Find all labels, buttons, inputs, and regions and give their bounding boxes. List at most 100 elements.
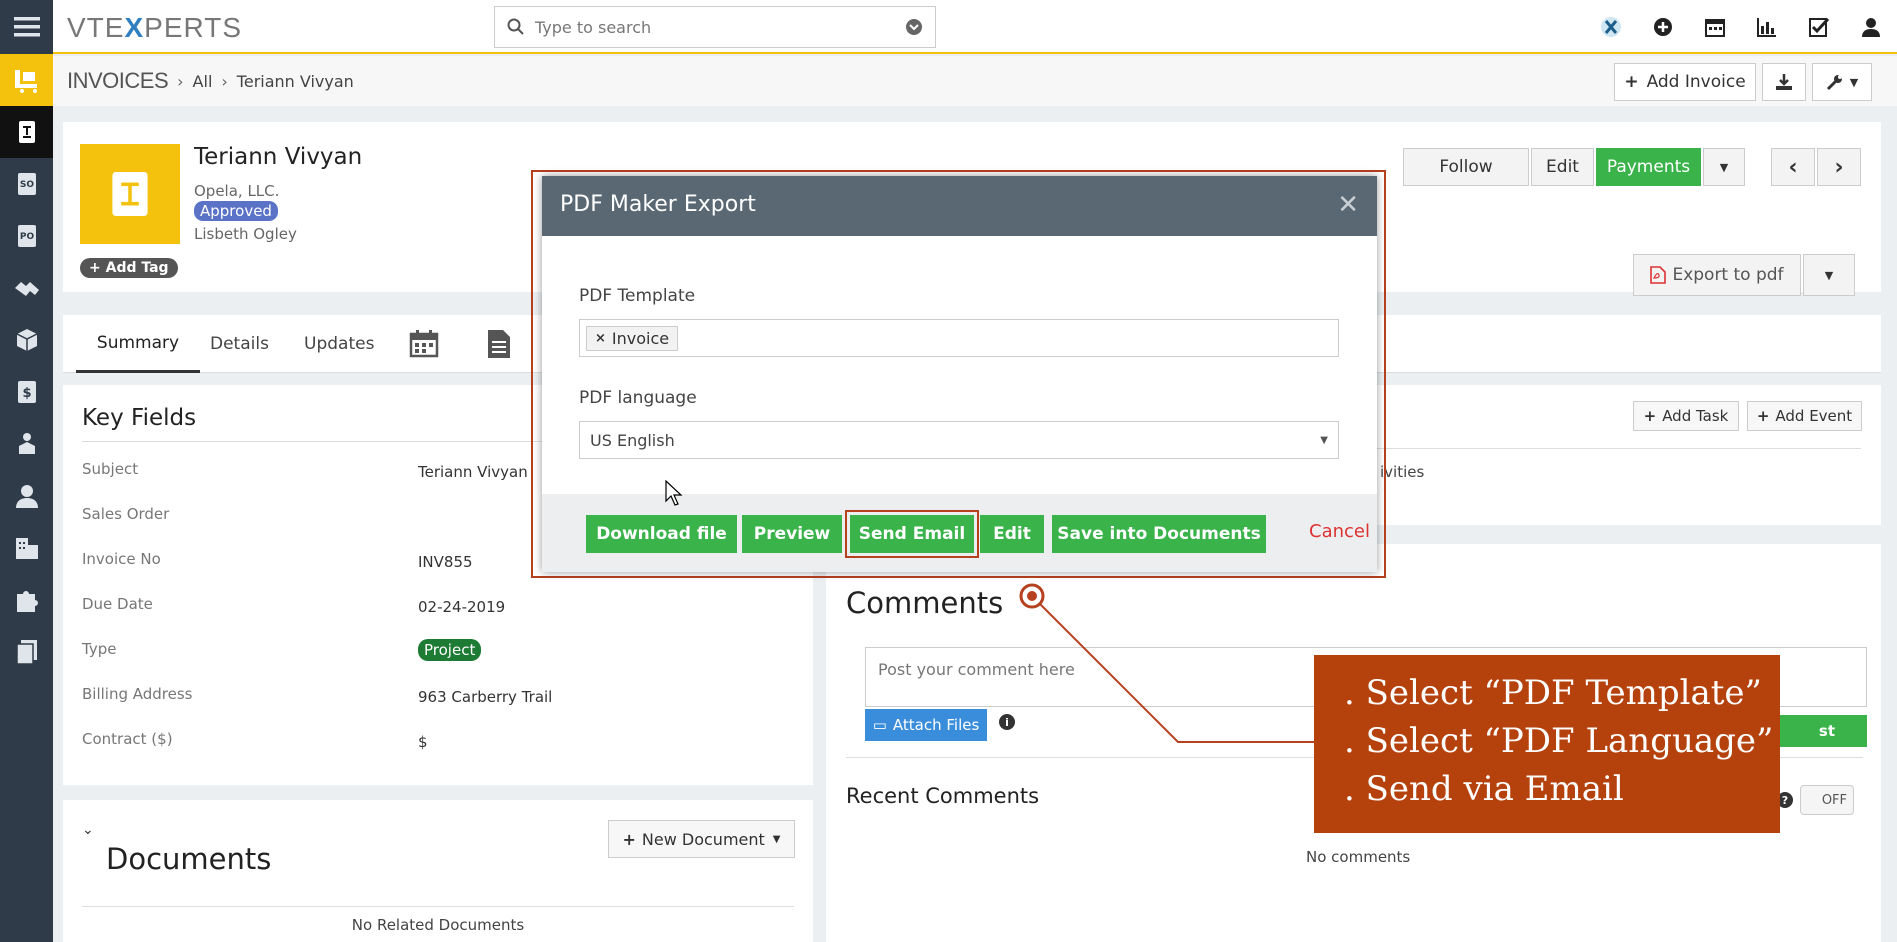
next-record-button[interactable]: ›	[1817, 148, 1861, 186]
export-to-pdf-button[interactable]: Export to pdf	[1633, 254, 1801, 296]
callout-line-language: . Select “PDF Language”	[1344, 721, 1774, 761]
field-value-contract[interactable]: $	[418, 733, 428, 751]
export-dropdown-button[interactable]: ▼	[1803, 254, 1855, 296]
send-email-button[interactable]: Send Email	[850, 515, 974, 553]
pdf-language-label: PDF language	[579, 388, 697, 408]
pdf-maker-export-modal: PDF Maker Export ✕ PDF Template × Invoic…	[542, 176, 1377, 572]
chevron-right-icon: ›	[177, 71, 184, 91]
field-label-billing-address: Billing Address	[82, 685, 193, 703]
top-icons	[1585, 0, 1897, 54]
sidebar-item-purchase-orders[interactable]: PO	[0, 210, 53, 262]
calendar-icon[interactable]	[1689, 0, 1741, 54]
chevron-right-icon: ›	[1834, 154, 1844, 180]
puzzle-icon[interactable]	[0, 574, 53, 626]
field-label-due-date: Due Date	[82, 595, 153, 613]
pdf-template-label: PDF Template	[579, 286, 696, 306]
import-download-button[interactable]	[1762, 63, 1806, 101]
caret-down-icon: ▼	[772, 833, 781, 845]
pdf-file-icon	[1650, 266, 1667, 284]
collapse-chevron-icon[interactable]: ⌄	[82, 822, 94, 838]
previous-record-button[interactable]: ‹	[1771, 148, 1815, 186]
field-value-billing-address[interactable]: 963 Carberry Trail	[418, 688, 552, 706]
add-invoice-button[interactable]: + Add Invoice	[1614, 63, 1756, 101]
breadcrumb-module[interactable]: INVOICES	[67, 68, 169, 94]
template-chip: × Invoice	[586, 325, 679, 351]
activities-text: ivities	[1380, 463, 1425, 481]
new-document-button[interactable]: + New Document ▼	[608, 820, 795, 858]
field-label-sales-order: Sales Order	[82, 505, 170, 523]
plus-icon: +	[1756, 407, 1770, 425]
tab-summary[interactable]: Summary	[76, 315, 200, 373]
documents-icon[interactable]	[0, 626, 53, 678]
tab-calendar-icon[interactable]	[409, 315, 439, 373]
tab-updates[interactable]: Updates	[304, 315, 374, 373]
vtexperts-x-icon[interactable]	[1585, 0, 1637, 54]
pdf-template-select[interactable]: × Invoice	[579, 319, 1339, 357]
preview-button[interactable]: Preview	[742, 515, 842, 553]
field-value-type[interactable]: Project	[418, 639, 482, 661]
field-label-type: Type	[82, 640, 117, 658]
user-desk-icon[interactable]	[0, 418, 53, 470]
home-icon[interactable]	[0, 54, 53, 106]
reports-chart-icon[interactable]	[1741, 0, 1793, 54]
attach-files-button[interactable]: ▭ Attach Files	[865, 709, 987, 741]
sidebar-item-sales-orders[interactable]: SO	[0, 158, 53, 210]
tab-documents-icon[interactable]	[487, 315, 511, 373]
type-badge: Project	[418, 639, 482, 661]
cube-icon[interactable]	[0, 314, 53, 366]
field-value-invoice-no[interactable]: INV855	[418, 553, 473, 571]
close-icon[interactable]: ✕	[1337, 190, 1359, 220]
chevron-down-circle-icon[interactable]	[905, 18, 923, 36]
mouse-cursor-icon	[665, 480, 683, 506]
payments-button[interactable]: Payments	[1596, 148, 1701, 186]
sidebar-item-invoices[interactable]	[0, 106, 53, 158]
breadcrumb-all[interactable]: All	[193, 72, 213, 91]
follow-button[interactable]: Follow	[1403, 148, 1529, 186]
plus-icon: +	[622, 829, 636, 849]
download-icon	[1776, 74, 1792, 90]
add-tag-button[interactable]: + Add Tag	[80, 258, 178, 278]
field-value-subject[interactable]: Teriann Vivyan	[418, 463, 528, 481]
pdf-language-select[interactable]: US English ▼	[579, 421, 1339, 459]
add-event-button[interactable]: + Add Event	[1747, 401, 1862, 431]
comments-toggle[interactable]: OFF	[1800, 785, 1854, 815]
svg-text:$: $	[22, 386, 31, 401]
status-badge: Approved	[194, 201, 278, 221]
user-profile-icon[interactable]	[1845, 0, 1897, 54]
field-value-due-date[interactable]: 02-24-2019	[418, 598, 505, 616]
menu-icon[interactable]	[0, 0, 53, 54]
add-task-button[interactable]: + Add Task	[1633, 401, 1739, 431]
chevron-left-icon: ‹	[1788, 154, 1798, 180]
documents-title: Documents	[106, 842, 272, 876]
top-bar: VTEXPERTS Type to search	[53, 0, 1897, 54]
cancel-link[interactable]: Cancel	[1309, 521, 1370, 542]
edit-template-button[interactable]: Edit	[980, 515, 1044, 553]
documents-panel: ⌄ Documents + New Document ▼ No Related …	[63, 800, 813, 942]
save-into-documents-button[interactable]: Save into Documents	[1052, 515, 1266, 553]
dollar-doc-icon[interactable]: $	[0, 366, 53, 418]
user-icon[interactable]	[0, 470, 53, 522]
settings-dropdown-button[interactable]: ▼	[1812, 63, 1872, 101]
svg-text:SO: SO	[19, 180, 33, 190]
tab-details[interactable]: Details	[210, 315, 269, 373]
remove-chip-icon[interactable]: ×	[595, 331, 606, 346]
caret-down-icon: ▼	[1719, 160, 1729, 174]
building-icon[interactable]	[0, 522, 53, 574]
plus-circle-icon[interactable]	[1637, 0, 1689, 54]
edit-button[interactable]: Edit	[1531, 148, 1594, 186]
key-fields-title: Key Fields	[82, 405, 197, 431]
callout-line-template: . Select “PDF Template”	[1344, 673, 1762, 713]
download-file-button[interactable]: Download file	[586, 515, 737, 553]
tasks-check-icon[interactable]	[1793, 0, 1845, 54]
more-actions-dropdown[interactable]: ▼	[1703, 148, 1745, 186]
search-placeholder: Type to search	[535, 17, 652, 37]
handshake-icon[interactable]	[0, 262, 53, 314]
caret-down-icon: ▼	[1849, 75, 1859, 89]
instruction-callout: . Select “PDF Template” . Select “PDF La…	[1314, 655, 1780, 833]
global-search-input[interactable]: Type to search	[494, 6, 936, 48]
record-assigned-user: Lisbeth Ogley	[194, 225, 297, 243]
caret-down-icon: ▼	[1824, 268, 1834, 282]
record-organization[interactable]: Opela, LLC.	[194, 182, 279, 200]
callout-connector	[1019, 583, 1314, 743]
module-header: INVOICES › All › Teriann Vivyan + Add In…	[53, 56, 1897, 106]
